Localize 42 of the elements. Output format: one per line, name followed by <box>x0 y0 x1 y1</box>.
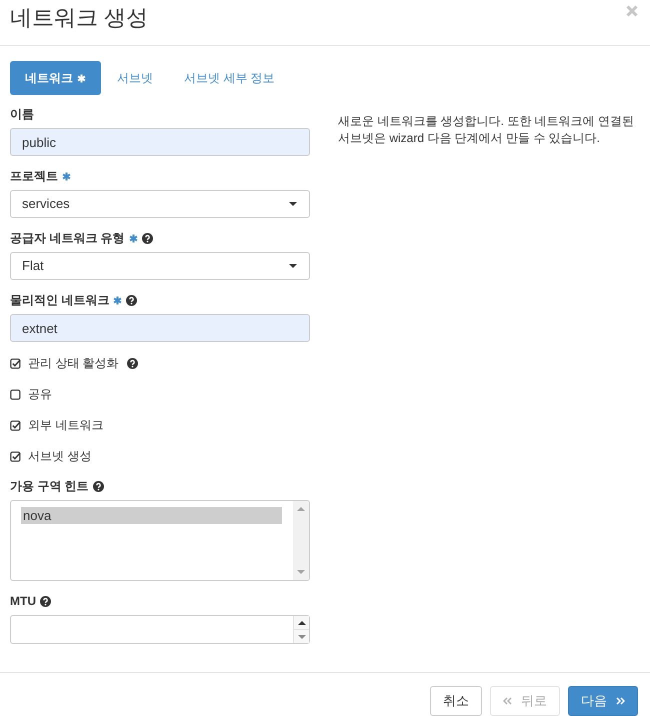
help-icon[interactable] <box>126 358 138 368</box>
field-label: 이름 <box>10 106 34 123</box>
tab[interactable]: 네트워크 <box>10 61 101 95</box>
help-icon[interactable] <box>142 232 153 244</box>
text-input[interactable]: public <box>10 128 310 156</box>
caret-icon <box>289 202 297 206</box>
select-dropdown[interactable]: Flat <box>10 252 310 280</box>
field-label: 가용 구역 힌트 <box>10 478 89 495</box>
listbox[interactable]: nova <box>10 500 310 581</box>
checkbox[interactable] <box>10 358 21 368</box>
help-icon[interactable] <box>126 294 138 306</box>
checkbox[interactable] <box>10 450 21 462</box>
field-label: 프로젝트 <box>10 168 58 185</box>
help-icon[interactable] <box>92 480 104 492</box>
field-label: MTU <box>10 593 36 610</box>
triangle-down-icon <box>298 634 306 638</box>
chevrons-left-icon <box>503 697 512 705</box>
dialog-title: 네트워크 생성 <box>10 4 148 32</box>
checkbox-label[interactable]: 공유 <box>28 385 52 403</box>
chevrons-right-icon <box>616 697 625 705</box>
checkbox-label[interactable]: 관리 상태 활성화 <box>28 354 119 372</box>
caret-icon <box>289 264 297 268</box>
number-input[interactable] <box>10 615 310 644</box>
scroll-up-icon <box>297 507 305 511</box>
cancel-button[interactable]: 취소 <box>430 686 482 716</box>
field-label: 물리적인 네트워크 <box>10 292 110 309</box>
select-dropdown[interactable]: services <box>10 190 310 218</box>
checkbox[interactable] <box>10 420 21 430</box>
checkbox[interactable] <box>10 388 21 400</box>
scroll-down-icon <box>297 570 305 574</box>
checkbox-label[interactable]: 서브넷 생성 <box>28 447 92 465</box>
scrollbar[interactable] <box>293 501 309 580</box>
next-button[interactable]: 다음 <box>568 686 638 716</box>
description-text: 새로운 네트워크를 생성합니다. 또한 네트워크에 연결된 서브넷은 wizard 다음 단계에서 만들 수 있습니다. <box>338 113 636 147</box>
close-icon <box>626 5 638 17</box>
text-input[interactable]: extnet <box>10 314 310 342</box>
listbox-option[interactable]: nova <box>21 507 282 524</box>
spin-up-button[interactable] <box>294 616 309 629</box>
field-label: 공급자 네트워크 유형 <box>10 230 125 247</box>
triangle-up-icon <box>298 620 306 624</box>
checkbox-label[interactable]: 외부 네트워크 <box>28 416 104 434</box>
help-icon[interactable] <box>40 596 51 606</box>
